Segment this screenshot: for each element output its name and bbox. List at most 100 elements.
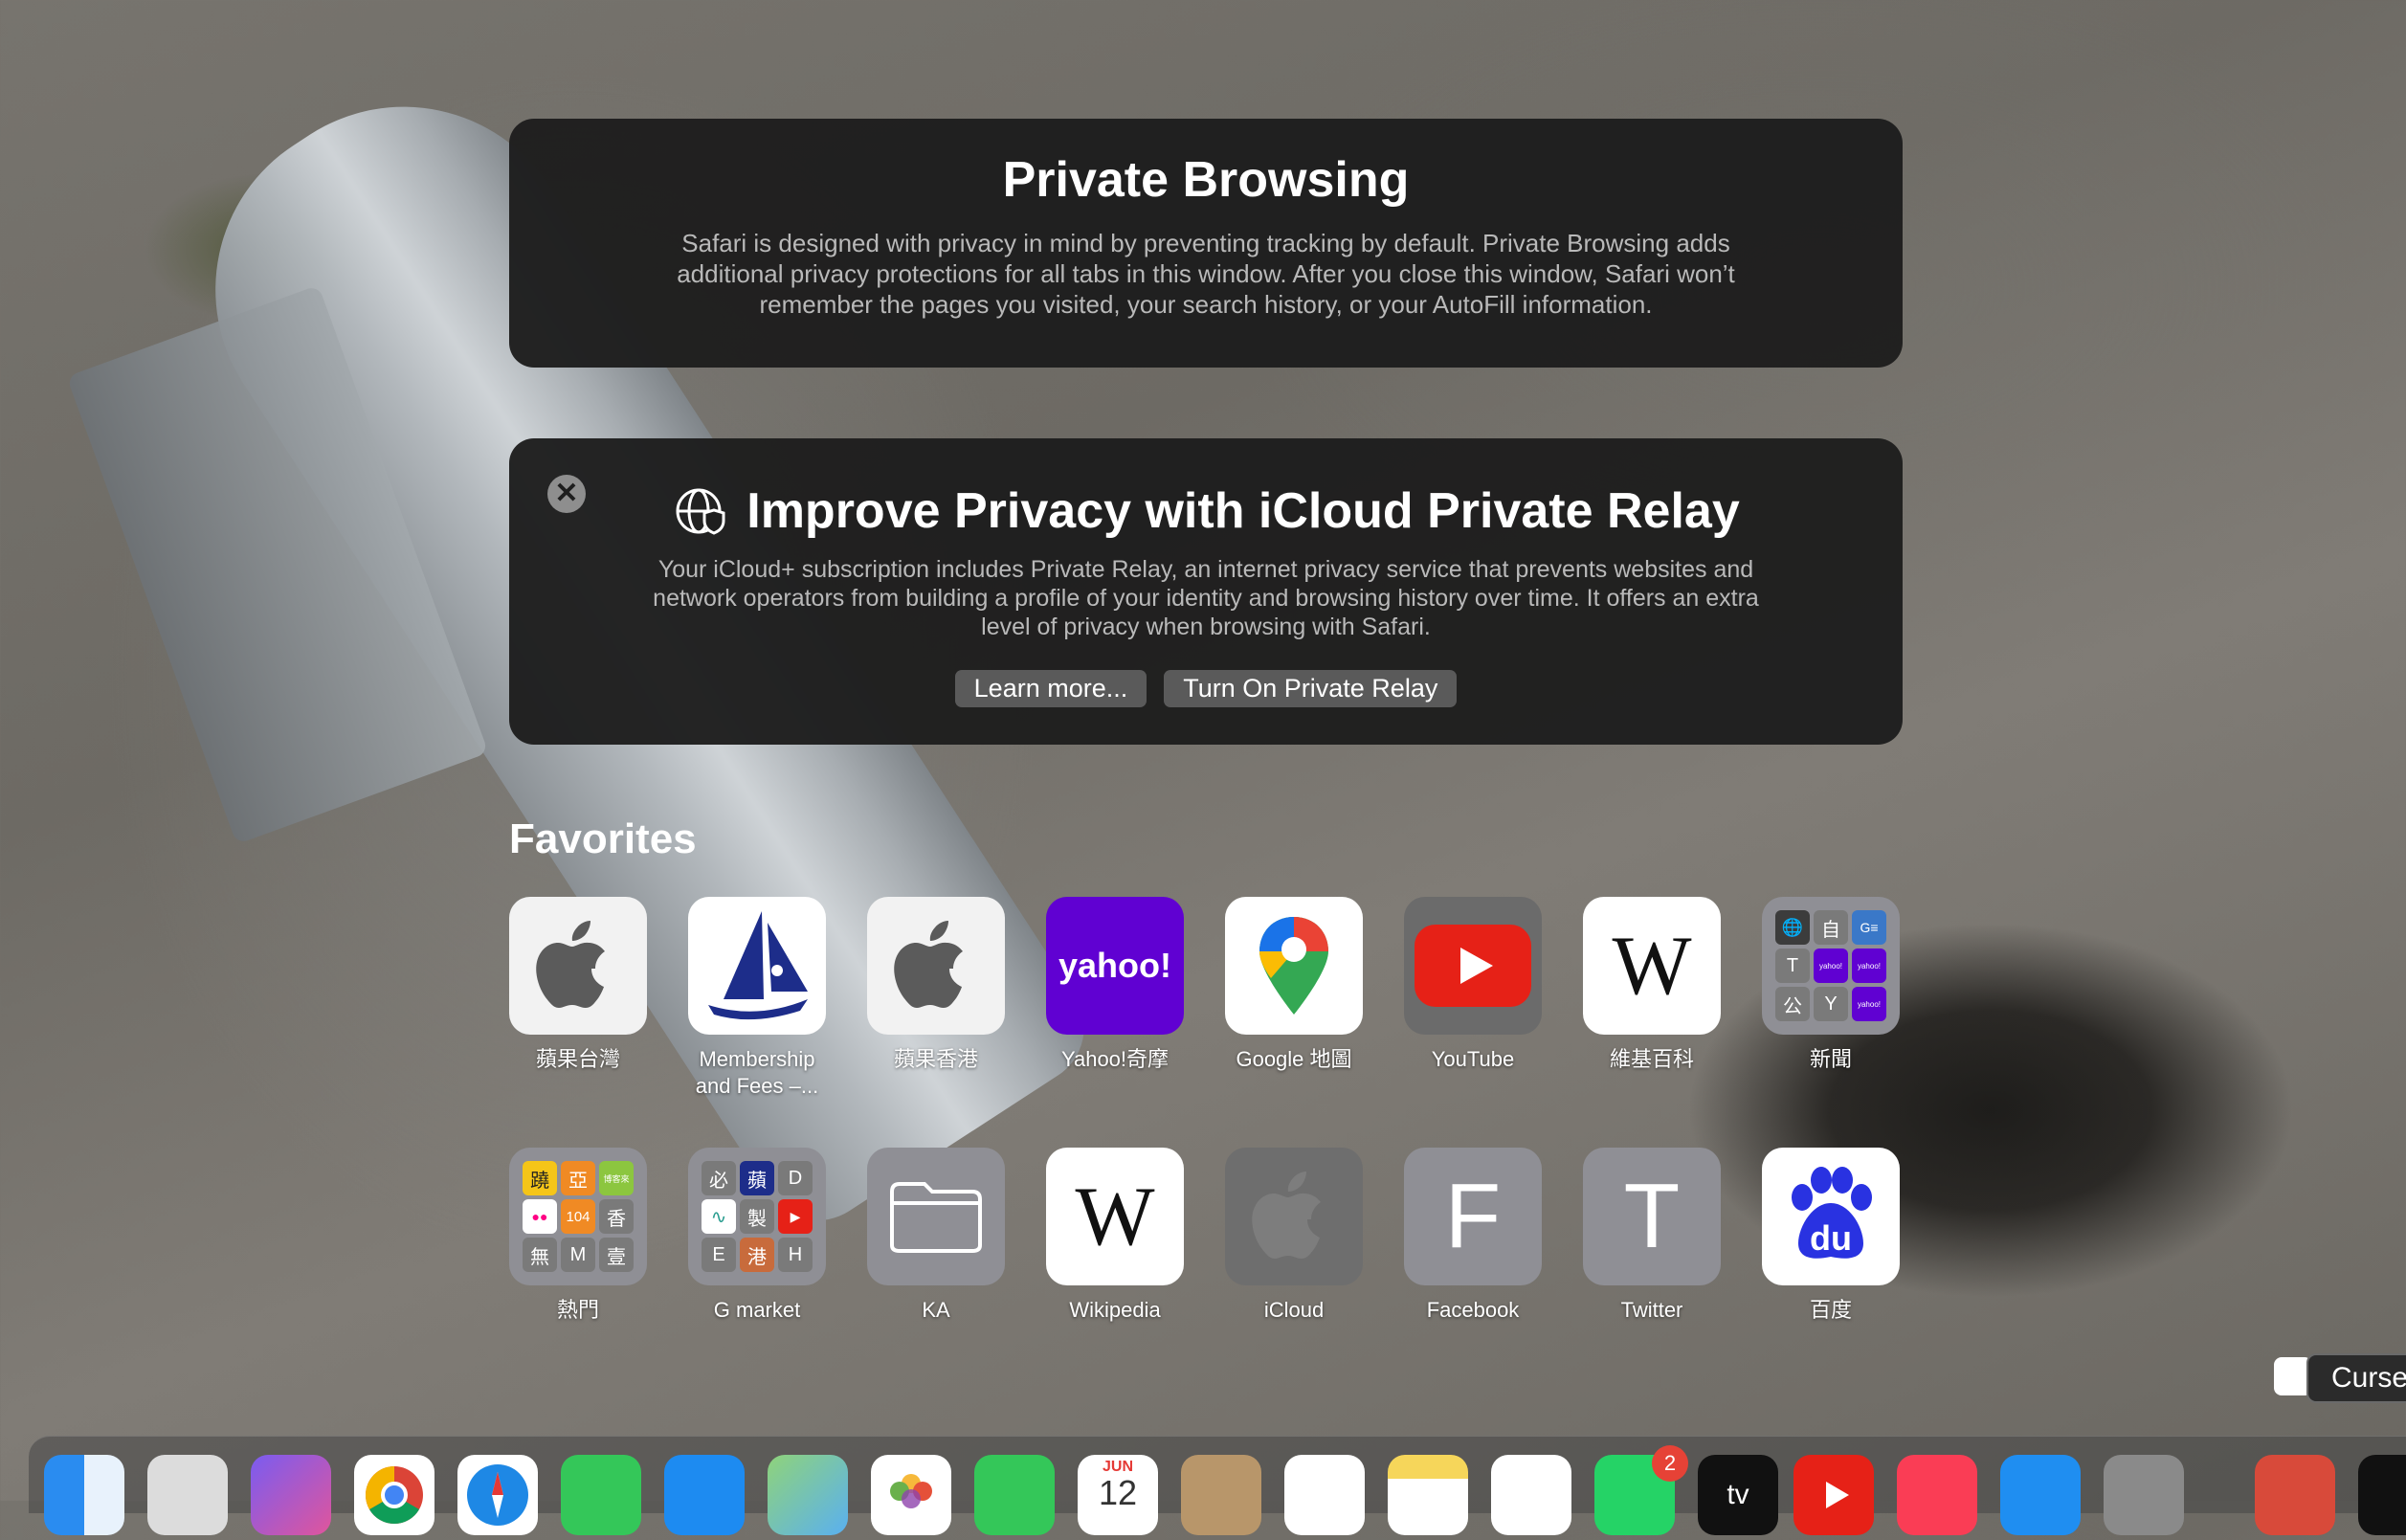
mini-icon: 港 <box>740 1238 774 1272</box>
mini-icon: T <box>1775 949 1810 983</box>
reminders-icon[interactable] <box>1284 1455 1365 1535</box>
finder-icon[interactable] <box>44 1455 124 1535</box>
instruments-icon[interactable] <box>2255 1455 2335 1535</box>
apple-logo-icon <box>867 897 1005 1035</box>
folder-icon <box>867 1148 1005 1285</box>
notes-icon[interactable] <box>1388 1455 1468 1535</box>
sailboat-logo-icon <box>688 897 826 1035</box>
apple-logo-icon <box>1225 1148 1363 1285</box>
contacts-icon[interactable] <box>1181 1455 1261 1535</box>
folder-grid-icon: 🌐 自 G≡ T yahoo! yahoo! 公 Y yahoo! <box>1762 897 1900 1035</box>
tooltip: Curse <box>2306 1353 2406 1403</box>
mini-icon: M <box>561 1238 595 1272</box>
wikipedia-icon: W <box>1046 1148 1184 1285</box>
app-store-icon[interactable] <box>2000 1455 2081 1535</box>
letter-icon: T <box>1583 1148 1721 1285</box>
mini-icon: yahoo! <box>1852 949 1886 983</box>
music-icon[interactable] <box>1897 1455 1977 1535</box>
close-icon: ✕ <box>554 478 579 509</box>
mini-icon: 104 <box>561 1199 595 1234</box>
favorite-google-maps[interactable]: Google 地圖 <box>1225 897 1363 1073</box>
favorite-twitter[interactable]: T Twitter <box>1583 1148 1721 1324</box>
facetime-icon[interactable] <box>974 1455 1055 1535</box>
mini-icon: D <box>778 1161 813 1195</box>
baidu-paw-icon: du <box>1762 1148 1900 1285</box>
folder-grid-icon: 必 蘋 D ∿ 製 ▶ E 港 H <box>688 1148 826 1285</box>
system-settings-icon[interactable] <box>2104 1455 2184 1535</box>
letter-icon: F <box>1404 1148 1542 1285</box>
chrome-icon[interactable] <box>354 1455 434 1535</box>
safari-icon[interactable] <box>457 1455 538 1535</box>
mini-icon: 公 <box>1775 987 1810 1021</box>
folder-mini-grid: 蹺 亞 博客來 ●● 104 香 無 M 壹 <box>523 1161 634 1272</box>
mini-icon: 香 <box>599 1199 634 1234</box>
mini-icon: ∿ <box>702 1199 736 1234</box>
private-browsing-title: Private Browsing <box>1002 152 1410 208</box>
mini-icon: 無 <box>523 1238 557 1272</box>
private-browsing-description: Safari is designed with privacy in mind … <box>677 229 1735 319</box>
mini-icon: E <box>702 1238 736 1272</box>
favorite-facebook[interactable]: F Facebook <box>1404 1148 1542 1324</box>
mail-icon[interactable] <box>664 1455 745 1535</box>
favorite-apple-taiwan[interactable]: 蘋果台灣 <box>509 897 647 1073</box>
favorite-baidu[interactable]: du 百度 <box>1762 1148 1900 1324</box>
apple-tv-icon[interactable]: tv <box>1698 1455 1778 1535</box>
close-relay-button[interactable]: ✕ <box>547 475 586 513</box>
private-browsing-card: Private Browsing Safari is designed with… <box>509 119 1903 368</box>
tv-label: tv <box>1727 1479 1749 1510</box>
mini-icon: 博客來 <box>599 1161 634 1195</box>
relay-buttons: Learn more... Turn On Private Relay <box>509 670 1903 707</box>
mini-icon: yahoo! <box>1814 949 1848 983</box>
copilot-icon[interactable] <box>251 1455 331 1535</box>
mini-icon: 自 <box>1814 910 1848 945</box>
mini-icon: 蹺 <box>523 1161 557 1195</box>
wikipedia-icon: W <box>1583 897 1721 1035</box>
mini-icon: ▶ <box>778 1199 813 1234</box>
favorite-yahoo[interactable]: yahoo! Yahoo!奇摩 <box>1046 897 1184 1073</box>
mini-icon: Y <box>1814 987 1848 1021</box>
mini-icon: 壹 <box>599 1238 634 1272</box>
google-maps-icon <box>1225 897 1363 1035</box>
favorite-membership[interactable]: Membership and Fees –... <box>688 897 826 1100</box>
photos-icon[interactable] <box>871 1455 951 1535</box>
relay-heading: Improve Privacy with iCloud Private Rela… <box>509 438 1903 540</box>
folder-mini-grid: 🌐 自 G≡ T yahoo! yahoo! 公 Y yahoo! <box>1775 910 1886 1021</box>
favorite-wikipedia[interactable]: W Wikipedia <box>1046 1148 1184 1324</box>
mini-icon: 🌐 <box>1775 910 1810 945</box>
mini-icon: ●● <box>523 1199 557 1234</box>
calendar-day: 12 <box>1098 1473 1138 1512</box>
whatsapp-badge: 2 <box>1652 1445 1688 1482</box>
launchpad-icon[interactable] <box>147 1455 228 1535</box>
favorite-gmarket-folder[interactable]: 必 蘋 D ∿ 製 ▶ E 港 H G market <box>688 1148 826 1324</box>
globe-shield-icon <box>676 488 725 535</box>
favorite-apple-hongkong[interactable]: 蘋果香港 <box>867 897 1005 1073</box>
mini-icon: 蘋 <box>740 1161 774 1195</box>
freeform-icon[interactable] <box>1491 1455 1571 1535</box>
mini-icon: yahoo! <box>1852 987 1886 1021</box>
relay-description: Your iCloud+ subscription includes Priva… <box>653 556 1759 640</box>
maps-icon[interactable] <box>768 1455 848 1535</box>
folder-grid-icon: 蹺 亞 博客來 ●● 104 香 無 M 壹 <box>509 1148 647 1285</box>
favorite-wikipedia-zh[interactable]: W 維基百科 <box>1583 897 1721 1073</box>
folder-mini-grid: 必 蘋 D ∿ 製 ▶ E 港 H <box>702 1161 813 1272</box>
yahoo-logo-icon: yahoo! <box>1046 897 1184 1035</box>
apple-logo-icon <box>509 897 647 1035</box>
turn-on-private-relay-button[interactable]: Turn On Private Relay <box>1164 670 1458 707</box>
relay-title: Improve Privacy with iCloud Private Rela… <box>746 483 1740 539</box>
calendar-icon[interactable]: JUN 12 <box>1078 1455 1158 1535</box>
favorite-icloud[interactable]: iCloud <box>1225 1148 1363 1324</box>
favorite-hot-folder[interactable]: 蹺 亞 博客來 ●● 104 香 無 M 壹 熱門 <box>509 1148 647 1324</box>
favorite-news-folder[interactable]: 🌐 自 G≡ T yahoo! yahoo! 公 Y yahoo! 新聞 <box>1762 897 1900 1073</box>
mini-icon: H <box>778 1238 813 1272</box>
favorite-ka[interactable]: KA <box>867 1148 1005 1324</box>
mini-icon: 亞 <box>561 1161 595 1195</box>
mini-icon: G≡ <box>1852 910 1886 945</box>
youtube-app-icon[interactable] <box>1793 1455 1874 1535</box>
favorites-heading: Favorites <box>509 815 697 862</box>
messages-icon[interactable] <box>561 1455 641 1535</box>
mini-icon: 必 <box>702 1161 736 1195</box>
favorite-youtube[interactable]: YouTube <box>1404 897 1542 1073</box>
private-relay-card: ✕ Improve Privacy with iCloud Private Re… <box>509 438 1903 745</box>
learn-more-button[interactable]: Learn more... <box>954 670 1147 707</box>
terminal-icon[interactable] <box>2358 1455 2406 1535</box>
